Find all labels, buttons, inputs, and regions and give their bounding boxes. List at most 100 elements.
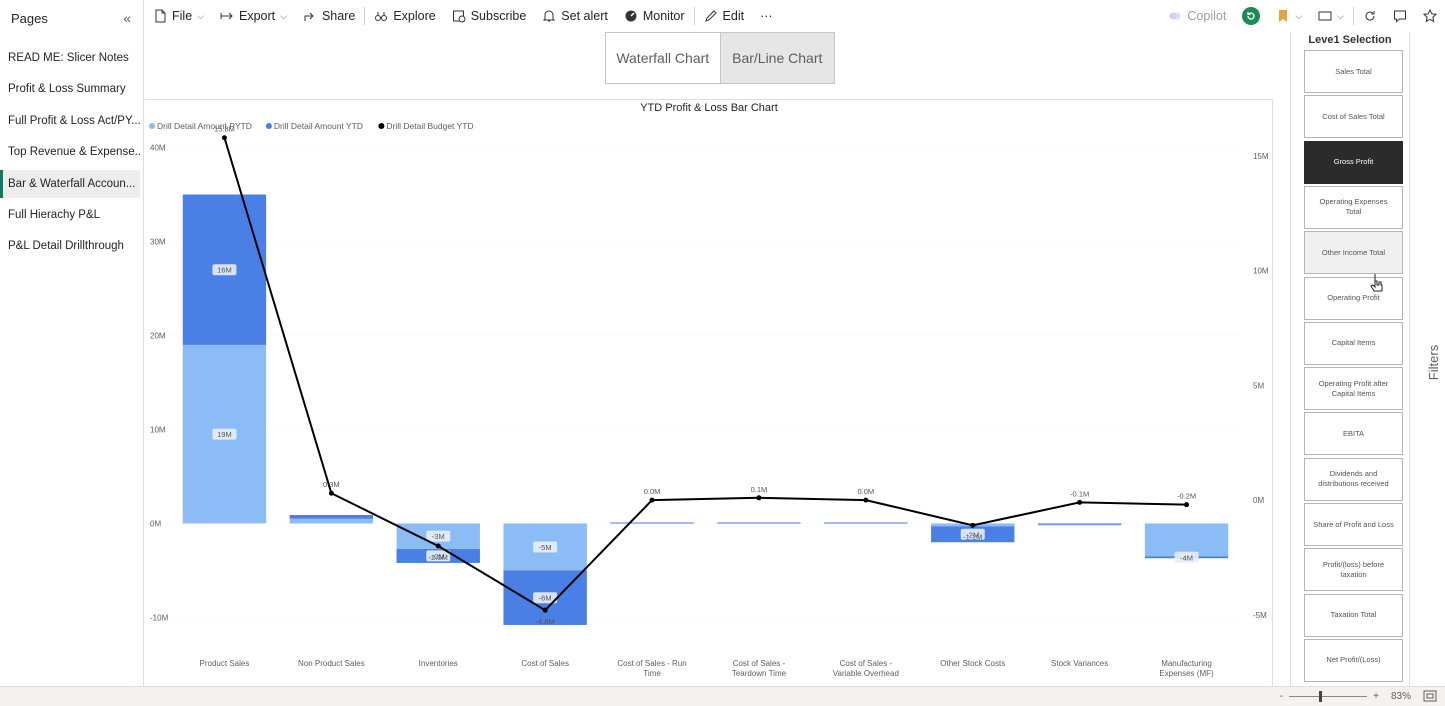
slicer-option[interactable]: Taxation Total [1304, 593, 1403, 637]
monitor-button[interactable]: Monitor [616, 0, 693, 32]
bell-icon [543, 10, 556, 22]
slicer-option[interactable]: Profit/(loss) before taxation [1304, 548, 1403, 592]
set-alert-button[interactable]: Set alert [534, 0, 616, 32]
file-menu[interactable]: File ⌵ [145, 0, 212, 32]
page-tab[interactable]: Profit & Loss Summary [0, 75, 140, 103]
slicer-option[interactable]: Other Income Total [1304, 231, 1403, 275]
zoom-control: - + 83% [1280, 690, 1437, 702]
legend-marker [265, 123, 272, 129]
explore-label: Explore [393, 9, 436, 23]
pages-pane: Pages « READ ME: Slicer Notes Profit & Lo… [0, 0, 144, 686]
file-label: File [172, 9, 193, 23]
comment-button[interactable] [1385, 0, 1415, 32]
bar-segment [1037, 523, 1122, 525]
slicer-option[interactable]: Dividends and distributions received [1304, 457, 1403, 501]
slicer-option[interactable]: Net Profit/(Loss) [1304, 638, 1403, 682]
subscribe-label: Subscribe [470, 9, 527, 23]
reset-icon [1242, 7, 1261, 25]
x-tick-label: Manufacturing [1161, 659, 1212, 668]
monitor-label: Monitor [642, 9, 685, 23]
slicer-option[interactable]: Share of Profit and Loss [1304, 503, 1403, 546]
line-data-label: 0.0M [644, 487, 661, 496]
x-tick-label: Variable Overhead [833, 669, 899, 678]
binoculars-icon [375, 12, 388, 21]
explore-button[interactable]: Explore [366, 0, 443, 32]
slicer-option[interactable]: Capital Items [1304, 321, 1403, 365]
page-tab[interactable]: Top Revenue & Expense... [0, 138, 140, 166]
share-icon [304, 12, 314, 21]
pencil-icon [704, 10, 717, 22]
favorite-button[interactable] [1415, 0, 1445, 32]
slicer-option[interactable]: Cost of Sales Total [1304, 95, 1403, 139]
chart-type-toggle: Waterfall Chart Bar/Line Chart [605, 32, 835, 84]
zoom-out-button[interactable]: - [1280, 691, 1283, 702]
set-alert-label: Set alert [561, 9, 608, 23]
fit-to-page-icon[interactable] [1423, 690, 1437, 702]
budget-line [223, 137, 1187, 612]
zoom-level: 83% [1390, 690, 1411, 702]
y-tick-label: 40M [150, 144, 166, 153]
chevron-down-icon: ⌵ [280, 10, 287, 21]
tab-waterfall-chart[interactable]: Waterfall Chart [606, 33, 720, 83]
page-tab[interactable]: P&L Detail Drillthrough [0, 232, 140, 260]
refresh-icon [1365, 11, 1375, 21]
x-tick-label: Inventories [419, 659, 458, 668]
page-tab[interactable]: Full Profit & Loss Act/PY... [0, 107, 140, 135]
line-data-label: 0.1M [751, 485, 768, 494]
status-bar: - + 83% [0, 686, 1445, 706]
toolbar-right: Copilot ⌵ ⌵ [1160, 0, 1445, 32]
tab-bar-line-chart[interactable]: Bar/Line Chart [719, 33, 834, 83]
zoom-in-button[interactable]: + [1373, 691, 1379, 702]
subscribe-button[interactable]: Subscribe [444, 0, 535, 32]
page-tab[interactable]: Full Hierachy P&L [0, 201, 140, 229]
hand-cursor-icon [1370, 274, 1383, 292]
slicer-option[interactable]: Operating Profit after Capital Items [1304, 367, 1403, 411]
bar-segment [717, 522, 801, 524]
bar-line-chart-visual[interactable]: YTD Profit & Loss Bar Chart Drill Detail … [145, 99, 1273, 686]
y-tick-label: 10M [150, 425, 166, 434]
x-tick-label: Product Sales [200, 659, 250, 668]
zoom-slider[interactable] [1289, 690, 1368, 702]
page-tab[interactable]: Bar & Waterfall Accoun... [0, 169, 140, 198]
x-tick-label: Non Product Sales [298, 659, 365, 668]
slicer-option[interactable]: Operating Expenses Total [1304, 185, 1403, 229]
refresh-button[interactable] [1355, 0, 1385, 32]
bookmark-menu[interactable]: ⌵ [1268, 0, 1310, 32]
line-data-label: 0.3M [323, 480, 340, 489]
y2-tick-label: -5M [1253, 611, 1267, 620]
slicer-option[interactable]: Gross Profit [1304, 140, 1403, 184]
export-label: Export [238, 9, 276, 23]
collapse-pane-icon[interactable]: « [123, 10, 131, 26]
subscribe-icon [452, 10, 466, 23]
budget-point [328, 490, 334, 496]
bar-data-label: 16M [217, 266, 232, 275]
export-menu[interactable]: Export ⌵ [212, 0, 295, 32]
toolbar-divider [693, 7, 695, 25]
filters-label: Filters [1426, 344, 1442, 380]
edit-button[interactable]: Edit [696, 0, 753, 32]
line-data-label: 15.8M [214, 125, 235, 134]
file-icon [155, 9, 166, 23]
view-menu[interactable]: ⌵ [1310, 0, 1352, 32]
more-options-button[interactable]: ··· [752, 0, 781, 32]
slicer-option[interactable]: EBITA [1304, 412, 1403, 456]
slicer-option[interactable]: Operating Profit [1304, 276, 1403, 320]
y-tick-label: -10M [150, 613, 169, 622]
zoom-slider-thumb[interactable] [1319, 690, 1323, 702]
x-tick-label: Stock Variances [1051, 659, 1108, 668]
share-button[interactable]: Share [295, 0, 363, 32]
page-tab[interactable]: READ ME: Slicer Notes [0, 44, 140, 72]
copilot-button[interactable]: Copilot [1160, 0, 1234, 32]
report-canvas: Waterfall Chart Bar/Line Chart YTD Profi… [145, 32, 1445, 686]
copilot-icon [1169, 12, 1181, 20]
x-tick-label: Time [643, 669, 661, 678]
y-tick-label: 30M [150, 238, 166, 247]
reset-button[interactable] [1234, 0, 1268, 32]
legend-marker [149, 123, 155, 129]
x-tick-label: Other Stock Costs [940, 659, 1005, 668]
budget-point [1077, 499, 1083, 505]
y-tick-label: 20M [150, 331, 166, 340]
filters-pane-toggle[interactable]: Filters [1423, 332, 1445, 392]
toolbar-divider [364, 7, 366, 25]
slicer-option[interactable]: Sales Total [1304, 50, 1403, 93]
